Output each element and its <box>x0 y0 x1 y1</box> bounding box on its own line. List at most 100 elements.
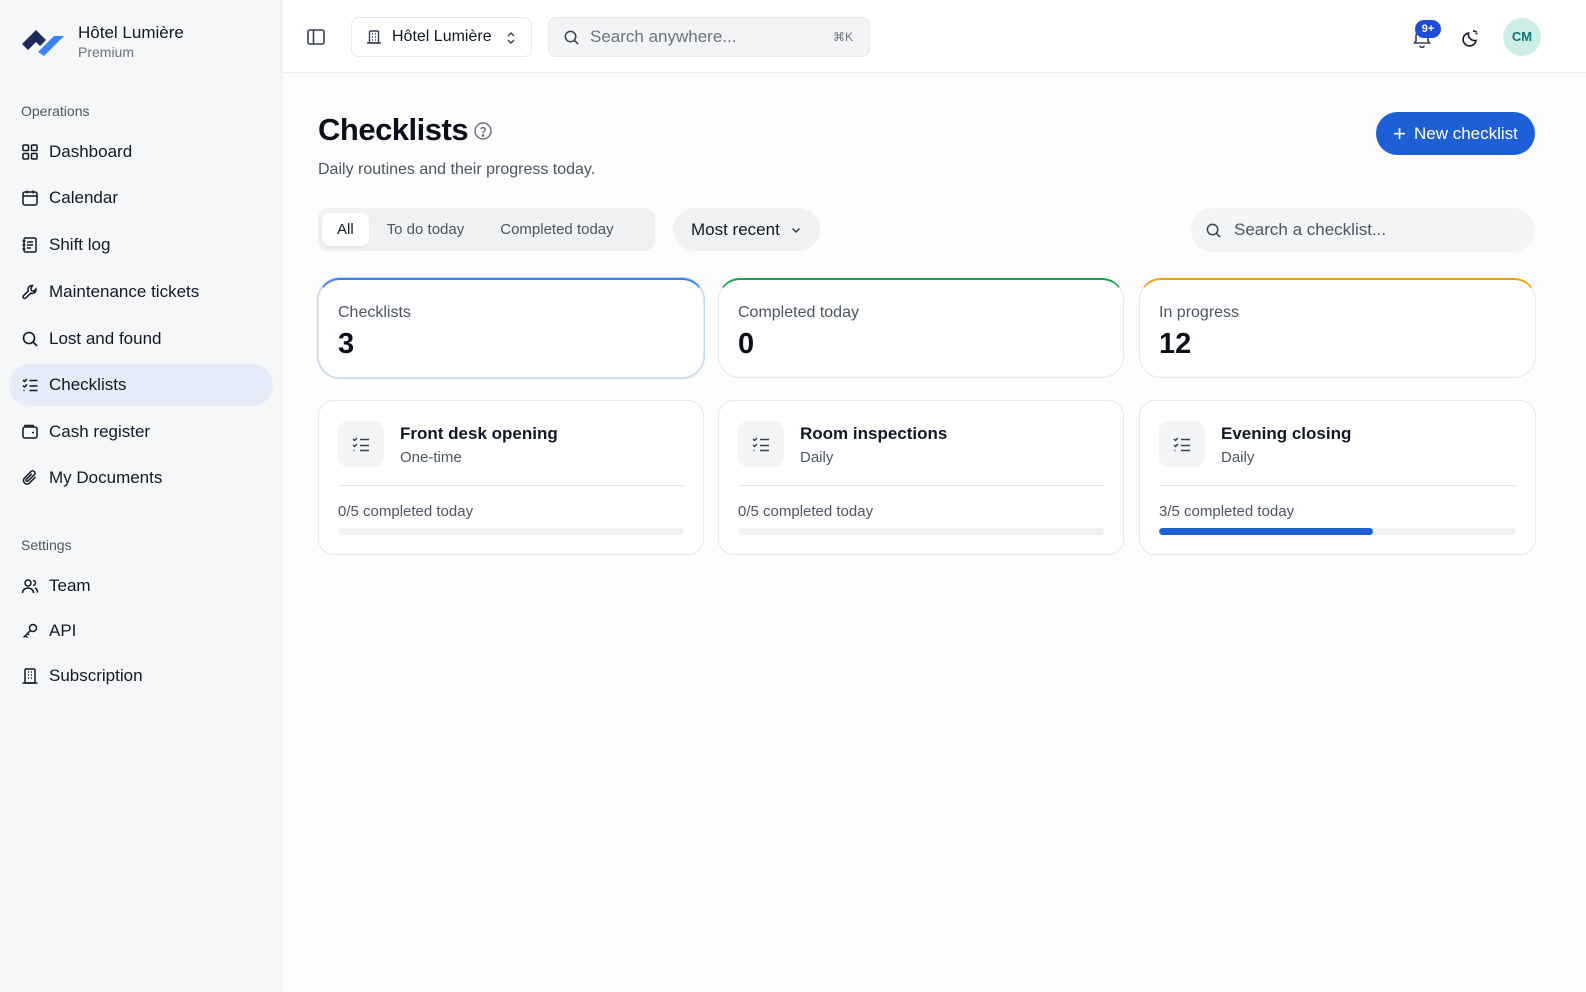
notification-badge: 9+ <box>1415 20 1441 38</box>
notebook-icon <box>22 237 37 253</box>
wrench-icon <box>22 284 37 300</box>
checklist-icon-box <box>338 421 384 467</box>
sidebar: Hôtel Lumière Premium Operations Dashboa… <box>0 0 282 992</box>
checklist-icon <box>1173 437 1190 452</box>
sidebar-item-label: Team <box>49 576 91 595</box>
tab-all[interactable]: All <box>322 213 369 246</box>
brand-name: Hôtel Lumière <box>78 23 184 42</box>
sidebar-item-label: API <box>49 621 77 640</box>
stat-card-in-progress: In progress 12 <box>1139 278 1536 378</box>
checklist-frequency: Daily <box>1221 449 1255 466</box>
hotel-selector-label: Hôtel Lumière <box>392 28 492 45</box>
checklist-icon <box>352 437 369 452</box>
sidebar-item-calendar[interactable]: Calendar <box>9 177 273 219</box>
sort-dropdown[interactable]: Most recent <box>673 208 820 251</box>
new-checklist-button[interactable]: + New checklist <box>1376 112 1535 155</box>
progress-bar <box>738 528 1104 535</box>
checklist-card[interactable]: Front desk opening One-time 0/5 complete… <box>318 400 704 555</box>
sidebar-item-label: Checklists <box>49 375 127 394</box>
topbar: Hôtel Lumière ⌘K 9+ CM <box>283 0 1586 73</box>
new-checklist-label: New checklist <box>1413 123 1518 143</box>
sidebar-item-my-documents[interactable]: My Documents <box>9 457 273 499</box>
stat-value: 3 <box>338 328 355 360</box>
sidebar-toggle-icon[interactable] <box>305 26 327 48</box>
users-icon <box>21 579 39 594</box>
stat-value: 12 <box>1159 328 1192 360</box>
nav-section-settings: Settings <box>21 537 72 553</box>
progress-bar <box>338 528 684 535</box>
tab-to-do-today[interactable]: To do today <box>369 213 483 246</box>
progress-bar <box>1159 528 1516 535</box>
sidebar-item-label: Subscription <box>49 666 143 685</box>
sidebar-item-cash-register[interactable]: Cash register <box>9 411 273 453</box>
checklist-title: Room inspections <box>800 424 948 443</box>
nav-section-operations: Operations <box>21 103 90 119</box>
search-icon <box>1206 223 1221 238</box>
checklist-title: Evening closing <box>1221 424 1352 443</box>
plus-icon: + <box>1393 120 1406 146</box>
checklist-frequency: Daily <box>800 449 834 466</box>
checklist-card[interactable]: Evening closing Daily 3/5 completed toda… <box>1139 400 1536 555</box>
chevron-down-icon <box>791 227 801 234</box>
checklist-icon-box <box>738 421 784 467</box>
avatar[interactable]: CM <box>1503 18 1541 56</box>
sort-label: Most recent <box>691 219 780 239</box>
logo-icon <box>22 30 64 56</box>
brand[interactable]: Hôtel Lumière Premium <box>20 22 184 62</box>
sidebar-item-label: Shift log <box>49 235 111 254</box>
stat-label: In progress <box>1159 304 1240 321</box>
hotel-selector[interactable]: Hôtel Lumière <box>351 17 532 57</box>
stat-label: Completed today <box>738 304 859 321</box>
checklist-search-input[interactable] <box>1234 220 1524 240</box>
progress-text: 3/5 completed today <box>1159 503 1295 520</box>
stat-label: Checklists <box>338 304 411 321</box>
sidebar-item-label: My Documents <box>49 468 163 487</box>
checklist-frequency: One-time <box>400 449 462 466</box>
building-icon <box>367 30 381 44</box>
calendar-icon <box>22 190 38 206</box>
progress-text: 0/5 completed today <box>738 503 874 520</box>
help-icon[interactable] <box>473 121 493 141</box>
checklist-search[interactable] <box>1191 208 1535 252</box>
sidebar-item-team[interactable]: Team <box>9 565 273 607</box>
divider <box>738 485 1104 486</box>
stat-value: 0 <box>738 328 755 360</box>
sidebar-item-api[interactable]: API <box>9 610 273 652</box>
sidebar-item-lost-and-found[interactable]: Lost and found <box>9 318 273 360</box>
theme-toggle-icon[interactable] <box>1460 27 1482 49</box>
search-icon <box>22 331 38 347</box>
sidebar-item-label: Cash register <box>49 422 151 441</box>
sidebar-item-maintenance-tickets[interactable]: Maintenance tickets <box>9 271 273 313</box>
checklist-icon-box <box>1159 421 1205 467</box>
wallet-icon <box>22 424 38 439</box>
grid-icon <box>22 144 38 160</box>
sidebar-item-subscription[interactable]: Subscription <box>9 655 273 697</box>
sidebar-item-label: Dashboard <box>49 142 133 161</box>
sidebar-item-label: Maintenance tickets <box>49 282 200 301</box>
sidebar-item-checklists[interactable]: Checklists <box>9 364 273 406</box>
paperclip-icon <box>22 470 37 485</box>
search-icon <box>564 30 579 45</box>
global-search[interactable]: ⌘K <box>548 17 870 57</box>
brand-plan: Premium <box>78 44 135 60</box>
checklist-icon <box>22 378 38 392</box>
global-search-input[interactable] <box>590 27 810 47</box>
filter-tabs: All To do today Completed today <box>318 208 655 251</box>
building-icon <box>22 668 38 684</box>
sidebar-item-dashboard[interactable]: Dashboard <box>9 131 273 173</box>
tab-completed-today[interactable]: Completed today <box>482 213 631 246</box>
sidebar-item-shift-log[interactable]: Shift log <box>9 224 273 266</box>
divider <box>1159 485 1516 486</box>
progress-text: 0/5 completed today <box>338 503 474 520</box>
key-icon <box>22 623 38 639</box>
stat-card-completed-today: Completed today 0 <box>718 278 1124 378</box>
checklist-card[interactable]: Room inspections Daily 0/5 completed tod… <box>718 400 1124 555</box>
stat-card-checklists: Checklists 3 <box>318 278 704 378</box>
chevron-updown-icon <box>507 32 515 44</box>
checklist-icon <box>752 437 769 452</box>
divider <box>338 485 684 486</box>
checklist-title: Front desk opening <box>400 424 558 443</box>
progress-fill <box>1159 528 1374 535</box>
sidebar-item-label: Lost and found <box>49 329 162 348</box>
sidebar-item-label: Calendar <box>49 188 118 207</box>
